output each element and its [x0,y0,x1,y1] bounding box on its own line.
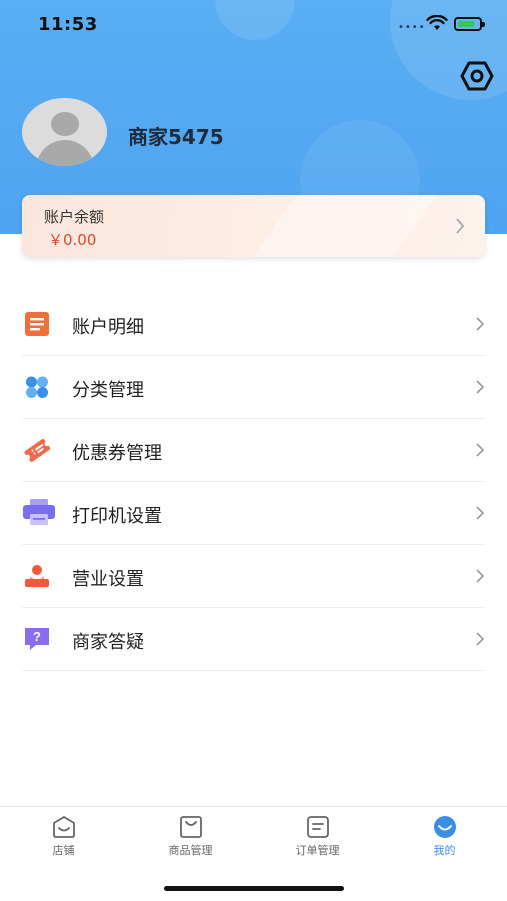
business-icon [25,565,49,587]
menu-label: 营业设置 [72,569,144,590]
bag-icon [179,816,202,838]
merchant-name: 商家5475 [128,125,224,149]
menu-label: 商家答疑 [72,632,144,653]
tab-label: 商品管理 [168,844,213,857]
chevron-right-icon [476,569,485,583]
chevron-right-icon [476,506,485,520]
menu-item-printer-settings[interactable]: 打印机设置 [22,482,485,545]
question-chat-icon: ? [25,628,49,650]
chevron-right-icon [476,632,485,646]
menu-item-coupon-management[interactable]: 优惠券管理 [22,419,485,482]
menu-label: 优惠券管理 [72,443,162,464]
chevron-right-icon [456,218,465,234]
chevron-right-icon [476,443,485,457]
tab-label: 我的 [433,844,456,857]
tab-product-management[interactable]: 商品管理 [127,815,254,865]
avatar[interactable] [22,98,107,166]
menu-item-business-settings[interactable]: 营业设置 [22,545,485,608]
tab-mine[interactable]: 我的 [381,815,507,865]
tab-shop[interactable]: 店铺 [0,815,127,865]
home-indicator [164,886,344,891]
printer-icon [23,499,55,525]
order-icon [306,816,329,838]
menu-label: 账户明细 [72,317,144,338]
shop-icon [52,816,75,838]
menu-label: 打印机设置 [72,506,162,527]
category-grid-icon [26,376,48,398]
document-list-icon [25,312,49,336]
tab-label: 店铺 [52,844,75,857]
signal-icon: •••• [398,22,426,33]
menu-list: 账户明细 分类管理 优惠券管理 打印机设置 营业设置 ? 商家答疑 [22,293,485,671]
chevron-right-icon [476,317,485,331]
status-time: 11:53 [38,14,98,35]
status-bar: 11:53 •••• [0,0,507,50]
tab-label: 订单管理 [295,844,340,857]
settings-hexagon-icon[interactable] [460,60,494,92]
menu-item-merchant-faq[interactable]: ? 商家答疑 [22,608,485,671]
balance-title: 账户余额 [44,208,105,226]
balance-card[interactable]: 账户余额 ￥0.00 [22,195,485,257]
svg-text:?: ? [33,629,41,644]
menu-item-category-management[interactable]: 分类管理 [22,356,485,419]
balance-amount: ￥0.00 [48,231,97,249]
chevron-right-icon [476,380,485,394]
profile-smile-icon [433,816,456,838]
battery-icon [454,17,485,31]
coupon-icon [24,438,51,462]
tab-order-management[interactable]: 订单管理 [254,815,381,865]
menu-item-account-details[interactable]: 账户明细 [22,293,485,356]
wifi-icon [426,15,448,30]
menu-label: 分类管理 [72,380,144,401]
